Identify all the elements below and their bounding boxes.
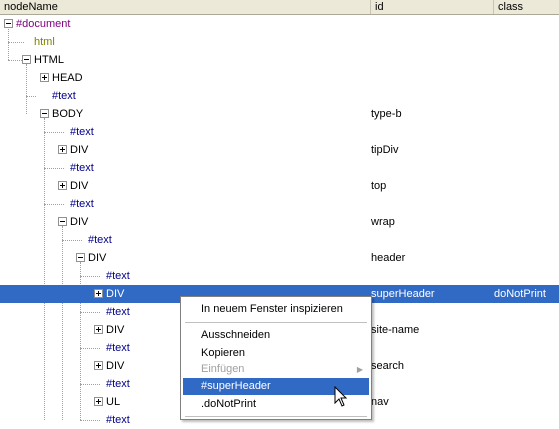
tree-row-text[interactable]: #text [0, 159, 559, 177]
tree-row-text[interactable]: #text [0, 195, 559, 213]
node-id: search [371, 360, 405, 372]
tree-row-div-top[interactable]: DIV top [0, 177, 559, 195]
node-label: #text [106, 378, 130, 390]
node-label: #text [106, 306, 130, 318]
collapse-icon[interactable] [22, 55, 31, 64]
node-class: doNotPrint [494, 288, 546, 300]
node-label: #text [88, 234, 112, 246]
collapse-icon[interactable] [40, 109, 49, 118]
node-label: DIV [88, 252, 107, 264]
node-label: DIV [106, 360, 125, 372]
tree-row-document[interactable]: #document [0, 15, 559, 33]
menu-item-inspect-new-window[interactable]: In neuem Fenster inspizieren [183, 301, 369, 318]
submenu-arrow-icon: ▶ [356, 365, 363, 374]
menu-separator [185, 416, 367, 417]
node-id: top [371, 180, 387, 192]
column-header-id[interactable]: id [371, 0, 494, 14]
node-label: DIV [70, 144, 89, 156]
node-label: #text [106, 414, 130, 426]
node-label: HEAD [52, 72, 83, 84]
node-label: DIV [106, 288, 125, 300]
menu-item-copy[interactable]: Kopieren [183, 345, 369, 362]
column-header-bar: nodeName id class [0, 0, 559, 15]
column-header-nodename[interactable]: nodeName [0, 0, 371, 14]
expand-icon[interactable] [58, 181, 67, 190]
node-label: #text [70, 126, 94, 138]
tree-row-html-lc[interactable]: html [0, 33, 559, 51]
node-label: BODY [52, 108, 84, 120]
tree-row-html[interactable]: HTML [0, 51, 559, 69]
node-id: nav [371, 396, 389, 408]
node-label: #text [106, 342, 130, 354]
node-id: site-name [371, 324, 420, 336]
menu-item-cut[interactable]: Ausschneiden [183, 327, 369, 344]
expand-icon[interactable] [94, 361, 103, 370]
node-label: #document [16, 18, 71, 30]
tree-row-div-wrap[interactable]: DIV wrap [0, 213, 559, 231]
tree-row-div-tipdiv[interactable]: DIV tipDiv [0, 141, 559, 159]
tree-row-text[interactable]: #text [0, 123, 559, 141]
node-label: #text [52, 90, 76, 102]
menu-item-paste[interactable]: Einfügen ▶ [183, 361, 369, 378]
node-id: superHeader [371, 288, 435, 300]
expand-icon[interactable] [94, 397, 103, 406]
tree-row-head[interactable]: HEAD [0, 69, 559, 87]
collapse-icon[interactable] [58, 217, 67, 226]
column-header-class[interactable]: class [494, 0, 559, 14]
node-label: html [34, 36, 55, 48]
node-label: #text [106, 270, 130, 282]
node-label: #text [70, 198, 94, 210]
tree-row-div-header[interactable]: DIV header [0, 249, 559, 267]
menu-separator [185, 322, 367, 323]
tree-row-text[interactable]: #text [0, 231, 559, 249]
node-id: header [371, 252, 406, 264]
expand-icon[interactable] [58, 145, 67, 154]
node-id: tipDiv [371, 144, 399, 156]
mouse-cursor-icon [334, 386, 348, 407]
node-label: #text [70, 162, 94, 174]
collapse-icon[interactable] [76, 253, 85, 262]
node-label: HTML [34, 54, 64, 66]
node-label: DIV [70, 180, 89, 192]
tree-row-body[interactable]: BODY type-b [0, 105, 559, 123]
expand-icon[interactable] [40, 73, 49, 82]
collapse-icon[interactable] [4, 19, 13, 28]
tree-row-text[interactable]: #text [0, 267, 559, 285]
menu-item-label: Einfügen [201, 363, 245, 375]
node-label: UL [106, 396, 121, 408]
node-id: type-b [371, 108, 402, 120]
node-label: DIV [70, 216, 89, 228]
node-id: wrap [371, 216, 395, 228]
expand-icon[interactable] [94, 289, 103, 298]
expand-icon[interactable] [94, 325, 103, 334]
node-label: DIV [106, 324, 125, 336]
tree-row-text[interactable]: #text [0, 87, 559, 105]
